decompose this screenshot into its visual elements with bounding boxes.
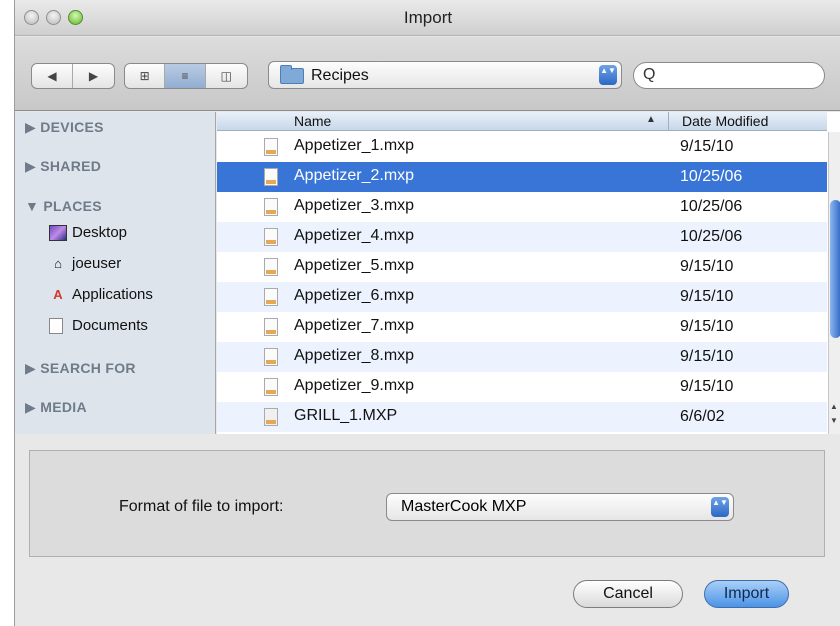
popup-arrows-icon: ▲▼	[711, 497, 729, 517]
file-name: GRILL_1.MXP	[294, 407, 398, 424]
file-date: 9/15/10	[680, 378, 734, 395]
file-row[interactable]: Appetizer_8.mxp 9/15/10	[217, 342, 827, 372]
back-forward-control: ◀ ▶	[31, 63, 115, 89]
home-icon: ⌂	[54, 255, 62, 271]
format-value: MasterCook MXP	[401, 498, 527, 515]
document-file-icon	[264, 228, 278, 246]
format-label: Format of file to import:	[119, 498, 284, 515]
sidebar-section-places[interactable]: ▼ PLACES	[25, 198, 102, 214]
file-date: 9/15/10	[680, 348, 734, 365]
forward-button[interactable]: ▶	[73, 64, 114, 88]
document-file-icon	[264, 288, 278, 306]
import-button[interactable]: Import	[704, 580, 789, 608]
sidebar-item-label: joeuser	[72, 255, 122, 272]
sidebar-item-label: Documents	[72, 317, 148, 334]
location-popup[interactable]: Recipes ▲▼	[268, 61, 622, 89]
sidebar-section-search-for[interactable]: ▶ SEARCH FOR	[25, 360, 136, 377]
sidebar-section-shared[interactable]: ▶ SHARED	[25, 158, 101, 175]
file-date: 9/15/10	[680, 138, 734, 155]
document-file-icon	[264, 348, 278, 366]
search-icon: Q	[643, 66, 656, 83]
popup-arrows-icon: ▲▼	[599, 65, 617, 85]
cancel-button[interactable]: Cancel	[573, 580, 683, 608]
scroll-up-arrow-icon[interactable]: ▲	[830, 402, 838, 411]
column-header-name[interactable]: Name	[294, 113, 331, 129]
format-select[interactable]: MasterCook MXP ▲▼	[386, 493, 734, 521]
column-header-date-modified[interactable]: Date Modified	[668, 112, 768, 131]
search-field[interactable]: Q	[633, 62, 825, 89]
sidebar-section-devices[interactable]: ▶ DEVICES	[25, 119, 104, 136]
sidebar: ▶ DEVICES ▶ SHARED ▼ PLACES Desktop ⌂ jo…	[15, 112, 216, 434]
location-label: Recipes	[311, 67, 369, 84]
file-name: Appetizer_8.mxp	[294, 347, 415, 364]
file-name: Appetizer_3.mxp	[294, 197, 415, 214]
sidebar-item-desktop[interactable]: Desktop	[49, 224, 127, 241]
sidebar-section-media[interactable]: ▶ MEDIA	[25, 399, 87, 416]
column-view-button[interactable]: ◫	[206, 64, 247, 88]
file-row[interactable]: Appetizer_4.mxp 10/25/06	[217, 222, 827, 252]
list-header: Name ▲ Date Modified	[217, 112, 827, 131]
file-name: Appetizer_9.mxp	[294, 377, 415, 394]
file-row[interactable]: Appetizer_9.mxp 9/15/10	[217, 372, 827, 402]
file-row[interactable]: Appetizer_1.mxp 9/15/10	[217, 132, 827, 162]
file-name: Appetizer_1.mxp	[294, 137, 415, 154]
sidebar-item-label: Applications	[72, 286, 153, 303]
file-date: 10/25/06	[680, 168, 743, 185]
folder-icon	[280, 65, 304, 84]
file-row[interactable]: Appetizer_5.mxp 9/15/10	[217, 252, 827, 282]
file-date: 10/25/06	[680, 198, 743, 215]
file-name: Appetizer_4.mxp	[294, 227, 415, 244]
document-file-icon	[264, 168, 278, 186]
file-date: 9/15/10	[680, 258, 734, 275]
sidebar-item-joeuser[interactable]: ⌂ joeuser	[49, 255, 121, 272]
file-name: Appetizer_2.mxp	[294, 167, 415, 184]
generic-file-icon	[264, 408, 278, 426]
file-date: 9/15/10	[680, 318, 734, 335]
document-file-icon	[264, 138, 278, 156]
sidebar-item-documents[interactable]: Documents	[49, 317, 148, 334]
list-view-button[interactable]: ≡	[165, 64, 206, 88]
title-bar[interactable]: Import	[15, 0, 840, 36]
document-file-icon	[264, 378, 278, 396]
file-name: Appetizer_6.mxp	[294, 287, 415, 304]
documents-icon	[49, 317, 63, 334]
sort-ascending-icon: ▲	[646, 114, 656, 125]
document-file-icon	[264, 318, 278, 336]
file-list: Name ▲ Date Modified Appetizer_1.mxp 9/1…	[217, 112, 840, 434]
document-file-icon	[264, 258, 278, 276]
sidebar-item-applications[interactable]: A Applications	[49, 286, 153, 303]
format-panel: Format of file to import: MasterCook MXP…	[29, 450, 825, 557]
window-title: Import	[403, 8, 453, 27]
scroll-down-arrow-icon[interactable]: ▼	[830, 416, 838, 425]
file-row[interactable]: Appetizer_3.mxp 10/25/06	[217, 192, 827, 222]
file-date: 9/15/10	[680, 288, 734, 305]
file-name: Appetizer_5.mxp	[294, 257, 415, 274]
vertical-scrollbar[interactable]: ▲ ▼	[828, 132, 840, 434]
back-button[interactable]: ◀	[32, 64, 74, 88]
file-date: 6/6/02	[680, 408, 725, 425]
icon-view-button[interactable]: ⊞	[125, 64, 166, 88]
document-file-icon	[264, 198, 278, 216]
scrollbar-thumb[interactable]	[830, 200, 840, 338]
import-dialog: Import ◀ ▶ ⊞ ≡ ◫ Recipes ▲▼ Q ▶ DEVICES …	[14, 0, 840, 626]
sidebar-item-label: Desktop	[72, 224, 128, 241]
file-row-selected[interactable]: Appetizer_2.mxp 10/25/06	[217, 162, 827, 192]
view-mode-control: ⊞ ≡ ◫	[124, 63, 248, 89]
file-row[interactable]: Appetizer_7.mxp 9/15/10	[217, 312, 827, 342]
toolbar: ◀ ▶ ⊞ ≡ ◫ Recipes ▲▼ Q	[15, 37, 840, 111]
file-row[interactable]: Appetizer_6.mxp 9/15/10	[217, 282, 827, 312]
file-name: Appetizer_7.mxp	[294, 317, 415, 334]
file-row[interactable]: GRILL_1.MXP 6/6/02	[217, 402, 827, 432]
applications-icon: A	[53, 286, 63, 302]
file-date: 10/25/06	[680, 228, 743, 245]
desktop-icon	[49, 224, 67, 241]
